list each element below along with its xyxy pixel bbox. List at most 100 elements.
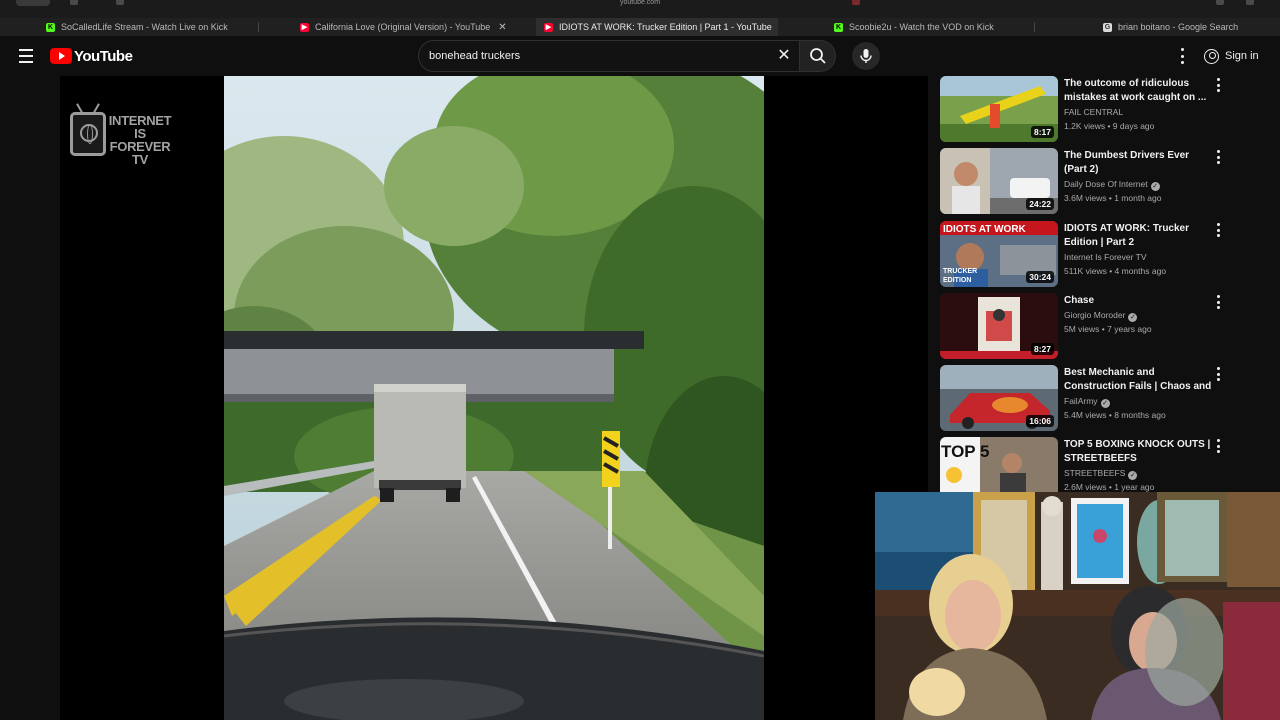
recommendations-list: 8:17 The outcome of ridiculous mistakes … bbox=[940, 76, 1280, 496]
tab-brian-boitano[interactable]: G brian boitano - Google Search bbox=[1103, 18, 1280, 36]
verified-icon: ✓ bbox=[1100, 399, 1110, 408]
tv-logo-icon bbox=[70, 112, 106, 156]
thumbnail-image: TOP 5 bbox=[940, 437, 1058, 496]
youtube-logo[interactable]: YouTube bbox=[50, 46, 133, 66]
video-title[interactable]: Chase bbox=[1064, 294, 1214, 308]
recommended-video[interactable]: 8:27 Chase Giorgio Moroder ✓ 5M views • 7… bbox=[940, 293, 1230, 361]
video-title[interactable]: The outcome of ridiculous mistakes at wo… bbox=[1064, 77, 1214, 105]
more-actions-icon[interactable] bbox=[1214, 367, 1222, 381]
video-title[interactable]: IDIOTS AT WORK: Trucker Edition | Part 2 bbox=[1064, 222, 1214, 250]
video-stats: 5M views • 7 years ago bbox=[1064, 324, 1152, 334]
logo-text: YouTube bbox=[74, 47, 133, 65]
kick-icon: K bbox=[46, 22, 55, 32]
channel-name[interactable]: FAIL CENTRAL bbox=[1064, 105, 1214, 119]
recommended-video[interactable]: IDIOTS AT WORK TRUCKER EDITION 30:24 IDI… bbox=[940, 221, 1230, 289]
youtube-icon: ▶ bbox=[300, 22, 309, 32]
more-actions-icon[interactable] bbox=[1214, 78, 1222, 92]
channel-name[interactable]: FailArmy ✓ bbox=[1064, 394, 1214, 408]
search-button[interactable] bbox=[800, 40, 836, 72]
tab-california-love[interactable]: ▶ California Love (Original Version) - Y… bbox=[300, 18, 534, 36]
video-frame[interactable] bbox=[224, 76, 764, 720]
video-stats: 3.6M views • 1 month ago bbox=[1064, 193, 1162, 203]
channel-name[interactable]: Daily Dose Of Internet ✓ bbox=[1064, 177, 1214, 191]
channel-label: STREETBEEFS bbox=[1064, 468, 1126, 478]
kick-icon: K bbox=[834, 22, 843, 32]
video-title[interactable]: The Dumbest Drivers Ever (Part 2) bbox=[1064, 149, 1214, 177]
search-box: ✕ bbox=[418, 40, 800, 72]
channel-label: FailArmy bbox=[1064, 396, 1098, 406]
channel-name[interactable]: STREETBEEFS ✓ bbox=[1064, 466, 1214, 480]
more-actions-icon[interactable] bbox=[1214, 223, 1222, 237]
settings-more-icon[interactable] bbox=[1176, 48, 1188, 64]
video-stats: 511K views • 4 months ago bbox=[1064, 266, 1167, 276]
window-control[interactable] bbox=[16, 0, 50, 6]
watermark-text: INTERNET IS FOREVER TV bbox=[108, 113, 172, 167]
record-icon bbox=[852, 0, 860, 5]
tab-bar: K SoCalledLife Stream - Watch Live on Ki… bbox=[0, 18, 1280, 36]
video-duration: 24:22 bbox=[1026, 198, 1054, 210]
tab-divider bbox=[258, 22, 259, 32]
tab-label: Scoobie2u - Watch the VOD on Kick bbox=[849, 22, 994, 32]
youtube-play-icon bbox=[50, 48, 72, 64]
channel-watermark: INTERNET IS FOREVER TV bbox=[70, 102, 172, 166]
channel-name[interactable]: Internet Is Forever TV bbox=[1064, 250, 1214, 264]
voice-search-button[interactable] bbox=[852, 42, 880, 70]
video-duration: 8:27 bbox=[1030, 343, 1054, 355]
tab-socalledlife[interactable]: K SoCalledLife Stream - Watch Live on Ki… bbox=[46, 18, 256, 36]
google-icon: G bbox=[1103, 22, 1112, 32]
verified-icon: ✓ bbox=[1150, 182, 1160, 191]
webcam-overlay bbox=[875, 492, 1280, 720]
video-duration: 16:06 bbox=[1026, 415, 1054, 427]
video-duration: 8:17 bbox=[1030, 126, 1054, 138]
recommended-video[interactable]: 24:22 The Dumbest Drivers Ever (Part 2) … bbox=[940, 148, 1230, 216]
verified-icon: ✓ bbox=[1128, 313, 1138, 322]
youtube-header: YouTube ✕ Sign in bbox=[0, 36, 1280, 76]
more-actions-icon[interactable] bbox=[1214, 150, 1222, 164]
tab-scoobie2u[interactable]: K Scoobie2u - Watch the VOD on Kick bbox=[834, 18, 1024, 36]
search-input[interactable] bbox=[429, 41, 759, 71]
video-thumbnail[interactable]: 8:17 bbox=[940, 76, 1058, 142]
address-bar[interactable]: youtube.com bbox=[590, 0, 690, 8]
video-duration: 30:24 bbox=[1026, 271, 1054, 283]
search-icon bbox=[809, 48, 826, 64]
youtube-icon: ▶ bbox=[544, 22, 553, 32]
channel-name[interactable]: Giorgio Moroder ✓ bbox=[1064, 308, 1214, 322]
more-actions-icon[interactable] bbox=[1214, 295, 1222, 309]
video-title[interactable]: TOP 5 BOXING KNOCK OUTS | STREETBEEFS bbox=[1064, 438, 1214, 466]
hamburger-menu-icon[interactable] bbox=[14, 44, 38, 68]
tab-idiots-at-work[interactable]: ▶ IDIOTS AT WORK: Trucker Edition | Part… bbox=[536, 18, 778, 36]
clear-search-icon[interactable]: ✕ bbox=[775, 47, 793, 65]
tab-label: brian boitano - Google Search bbox=[1118, 22, 1239, 32]
video-player[interactable]: INTERNET IS FOREVER TV bbox=[60, 76, 928, 720]
microphone-icon bbox=[860, 49, 872, 63]
video-thumbnail[interactable]: IDIOTS AT WORK TRUCKER EDITION 30:24 bbox=[940, 221, 1058, 287]
tab-label: SoCalledLife Stream - Watch Live on Kick bbox=[61, 22, 228, 32]
tab-label: IDIOTS AT WORK: Trucker Edition | Part 1… bbox=[559, 22, 772, 32]
sign-in-button[interactable]: Sign in bbox=[1204, 45, 1270, 67]
browser-top-strip: youtube.com bbox=[0, 0, 1280, 18]
thumbnail-text: IDIOTS AT WORK bbox=[943, 224, 1027, 235]
thumbnail-text: EDITION bbox=[943, 277, 971, 284]
close-tab-icon[interactable]: ✕ bbox=[498, 22, 506, 33]
video-stats: 5.4M views • 8 months ago bbox=[1064, 410, 1166, 420]
video-thumbnail[interactable]: TOP 5 bbox=[940, 437, 1058, 496]
recommended-video[interactable]: TOP 5 TOP 5 BOXING KNOCK OUTS | STREETBE… bbox=[940, 437, 1230, 496]
video-thumbnail[interactable]: 8:27 bbox=[940, 293, 1058, 359]
share-icon[interactable] bbox=[1216, 0, 1224, 5]
recommended-video[interactable]: 16:06 Best Mechanic and Construction Fai… bbox=[940, 365, 1230, 433]
more-actions-icon[interactable] bbox=[1214, 439, 1222, 453]
tab-divider bbox=[1034, 22, 1035, 32]
video-thumbnail[interactable]: 24:22 bbox=[940, 148, 1058, 214]
video-title[interactable]: Best Mechanic and Construction Fails | C… bbox=[1064, 366, 1214, 394]
sidebar-toggle-icon[interactable] bbox=[70, 0, 78, 5]
channel-label: Giorgio Moroder bbox=[1064, 310, 1126, 320]
verified-icon: ✓ bbox=[1128, 471, 1138, 480]
webcam-feed-image bbox=[875, 492, 1280, 720]
recommended-video[interactable]: 8:17 The outcome of ridiculous mistakes … bbox=[940, 76, 1230, 144]
thumbnail-text: TRUCKER bbox=[943, 268, 977, 275]
tabs-overview-icon[interactable] bbox=[1246, 0, 1254, 5]
tab-label: California Love (Original Version) - You… bbox=[315, 22, 491, 32]
back-icon[interactable] bbox=[116, 0, 124, 5]
video-stats: 1.2K views • 9 days ago bbox=[1064, 121, 1155, 131]
video-thumbnail[interactable]: 16:06 bbox=[940, 365, 1058, 431]
